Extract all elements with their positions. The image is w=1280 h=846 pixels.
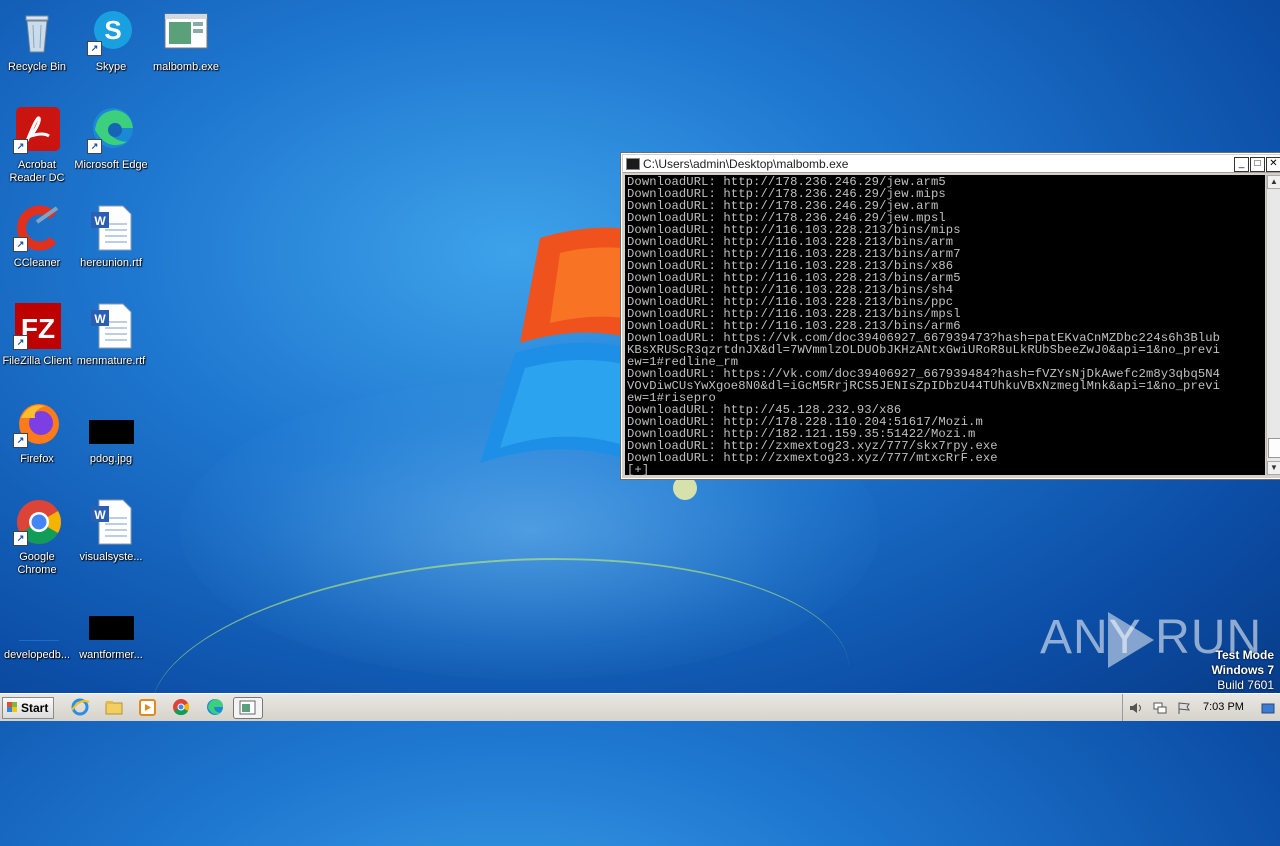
word-document-icon: W (87, 498, 135, 546)
shortcut-arrow-icon: ↗ (13, 139, 28, 154)
action-center-flag-icon[interactable] (1177, 701, 1191, 714)
desktop-icon-label: Acrobat Reader DC (9, 159, 65, 184)
desktop-icon-acrobat[interactable]: ↗ Acrobat Reader DC (0, 106, 74, 185)
console-title: C:\Users\admin\Desktop\malbomb.exe (643, 157, 849, 171)
desktop-icon-label: developedb... (3, 649, 71, 661)
shortcut-arrow-icon: ↗ (13, 531, 28, 546)
console-window[interactable]: C:\Users\admin\Desktop\malbomb.exe _ □ ✕… (620, 152, 1280, 480)
desktop-icon-firefox[interactable]: ↗ Firefox (0, 400, 74, 466)
desktop-icon-edge[interactable]: ↗ Microsoft Edge (74, 106, 148, 172)
edge-taskbar-icon[interactable] (205, 698, 225, 716)
taskbar: Start 7:03 PM (0, 693, 1280, 721)
desktop-icon-label: malbomb.exe (152, 61, 220, 73)
svg-text:W: W (94, 312, 106, 326)
acrobat-icon: ↗ (13, 106, 61, 154)
console-icon (626, 158, 640, 170)
shortcut-arrow-icon: ↗ (13, 433, 28, 448)
desktop-icon-chrome[interactable]: ↗ Google Chrome (0, 498, 74, 577)
desktop-icon-label: hereunion.rtf (80, 257, 142, 269)
shortcut-arrow-icon: ↗ (13, 237, 28, 252)
executable-window-icon (162, 8, 210, 56)
desktop-icon-wantformer[interactable]: wantformer... (74, 596, 148, 662)
firefox-icon: ↗ (13, 400, 61, 448)
ccleaner-icon: ↗ (13, 204, 61, 252)
edge-icon: ↗ (87, 106, 135, 154)
image-thumbnail-icon (87, 400, 135, 448)
network-icon[interactable] (1153, 701, 1167, 714)
desktop-icon-label: Recycle Bin (7, 61, 67, 73)
desktop-icon-label: pdog.jpg (89, 453, 133, 465)
chrome-taskbar-icon[interactable] (171, 698, 191, 716)
start-button[interactable]: Start (2, 697, 54, 719)
desktop-icon-hereunion-rtf[interactable]: W hereunion.rtf (74, 204, 148, 270)
svg-text:S: S (104, 15, 121, 45)
image-thumbnail-icon (13, 596, 61, 644)
close-button[interactable]: ✕ (1266, 157, 1280, 172)
desktop-icon-ccleaner[interactable]: ↗ CCleaner (0, 204, 74, 270)
desktop-icon-label: Microsoft Edge (74, 159, 148, 171)
desktop-icon-filezilla[interactable]: FZ ↗ FileZilla Client (0, 302, 74, 368)
shortcut-arrow-icon: ↗ (13, 335, 28, 350)
volume-icon[interactable] (1129, 701, 1143, 713)
svg-text:W: W (94, 214, 106, 228)
start-label: Start (21, 701, 49, 715)
desktop-icon-visualsyste[interactable]: W visualsyste... (74, 498, 148, 564)
console-line: DownloadURL: http://zxmextog23.xyz/777/m… (627, 451, 998, 465)
console-output[interactable]: DownloadURL: http://178.236.246.29/jew.a… (625, 175, 1265, 475)
media-player-taskbar-icon[interactable] (137, 698, 157, 716)
scroll-up-arrow-icon[interactable]: ▲ (1267, 175, 1280, 189)
recycle-bin-icon (13, 8, 61, 56)
desktop-icon-recycle-bin[interactable]: Recycle Bin (0, 8, 74, 74)
chrome-icon: ↗ (13, 498, 61, 546)
desktop-icon-label: wantformer... (79, 649, 143, 661)
desktop-icon-label: CCleaner (13, 257, 61, 269)
shortcut-arrow-icon: ↗ (87, 139, 102, 154)
file-explorer-taskbar-icon[interactable] (104, 698, 124, 716)
desktop-icon-label: Skype (95, 61, 127, 73)
os-info: Test Mode Windows 7 Build 7601 (1211, 648, 1274, 693)
scroll-down-arrow-icon[interactable]: ▼ (1267, 461, 1280, 475)
svg-text:W: W (94, 508, 106, 522)
console-scrollbar[interactable]: ▲ ▼ (1266, 175, 1280, 475)
desktop-icon-label: menmature.rtf (76, 355, 146, 367)
word-document-icon: W (87, 204, 135, 252)
desktop-icon-label: Firefox (20, 453, 54, 465)
maximize-button[interactable]: □ (1250, 157, 1265, 172)
test-mode-label: Test Mode (1215, 648, 1274, 662)
desktop-icon-menmature-rtf[interactable]: W menmature.rtf (74, 302, 148, 368)
system-tray: 7:03 PM (1122, 694, 1280, 721)
console-taskbar-button[interactable] (233, 697, 263, 719)
desktop-icon-developedb[interactable]: developedb... (0, 596, 74, 662)
console-title-bar[interactable]: C:\Users\admin\Desktop\malbomb.exe _ □ ✕ (623, 155, 1280, 173)
desktop-icon-pdog-jpg[interactable]: pdog.jpg (74, 400, 148, 466)
desktop-icon-label: FileZilla Client (2, 355, 72, 367)
word-document-icon: W (87, 302, 135, 350)
skype-icon: S ↗ (87, 8, 135, 56)
filezilla-icon: FZ ↗ (13, 302, 61, 350)
shortcut-arrow-icon: ↗ (87, 41, 102, 56)
windows-version-label: Windows 7 (1211, 663, 1274, 677)
desktop-icon-malbomb[interactable]: malbomb.exe (149, 8, 223, 74)
scroll-thumb[interactable] (1268, 438, 1280, 458)
minimize-button[interactable]: _ (1234, 157, 1249, 172)
desktop-icon-label: visualsyste... (79, 551, 143, 563)
console-line: [+] (627, 463, 650, 475)
build-label: Build 7601 (1217, 678, 1274, 692)
desktop-icon-skype[interactable]: S ↗ Skype (74, 8, 148, 74)
internet-explorer-taskbar-icon[interactable] (70, 698, 90, 716)
taskbar-clock[interactable]: 7:03 PM (1203, 701, 1244, 713)
show-desktop-icon[interactable] (1261, 701, 1275, 714)
desktop-icon-label: Google Chrome (17, 551, 57, 576)
windows-flag-icon (7, 702, 17, 712)
anyrun-play-icon (1108, 612, 1154, 668)
console-text: DownloadURL: http://178.236.246.29/jew.a… (625, 175, 1265, 475)
image-thumbnail-icon (87, 596, 135, 644)
